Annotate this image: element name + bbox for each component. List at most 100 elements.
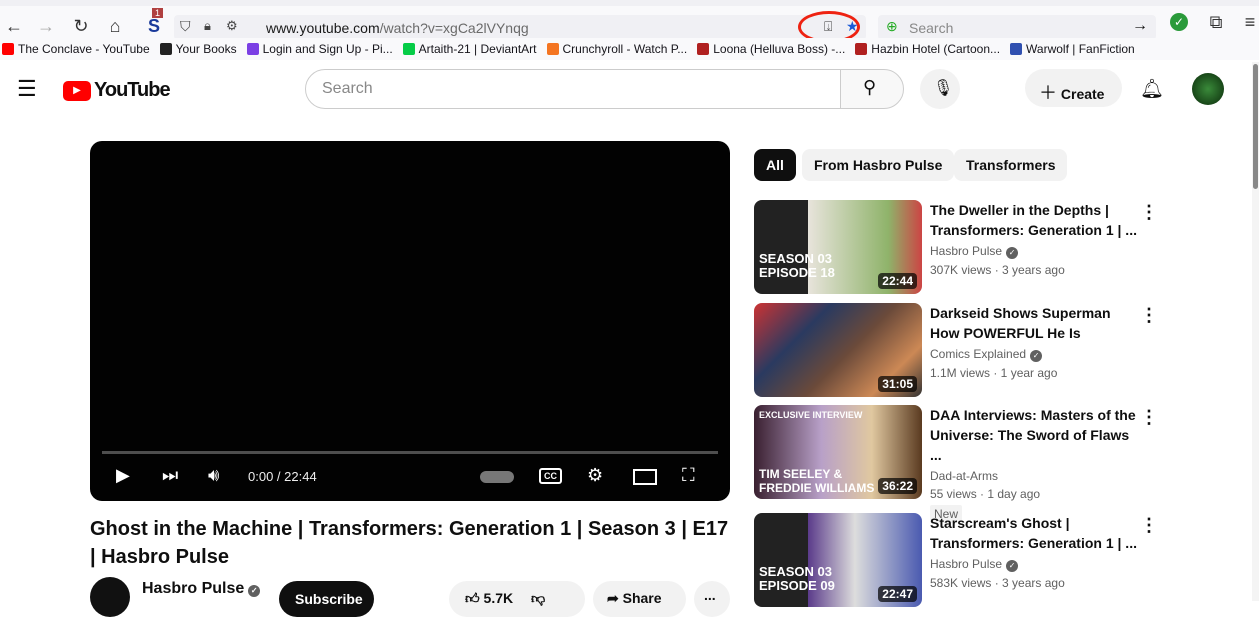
- browser-search[interactable]: ⊕ Search →: [878, 15, 1156, 40]
- youtube-logo[interactable]: ▶ YouTube: [63, 79, 171, 102]
- video-player[interactable]: ▶ ⏭︎ 🔊︎ 0:00 / 22:44 CC ⚙ ⛶: [90, 141, 730, 501]
- captions-icon[interactable]: CC: [539, 468, 562, 484]
- duration-badge: 22:47: [878, 586, 917, 602]
- bookmark-label: Crunchyroll - Watch P...: [562, 42, 688, 56]
- recommendation-meta: 1.1M views · 1 year ago: [930, 366, 1058, 380]
- more-options-icon[interactable]: ⋮: [1140, 305, 1158, 326]
- url-bar[interactable]: ⛉ 🔒︎ ⚙ www.youtube.com/watch?v=xgCa2lVYn…: [174, 11, 866, 43]
- verified-icon: ✓: [1006, 560, 1019, 572]
- recommendation-title[interactable]: Darkseid Shows Superman How POWERFUL He …: [930, 303, 1140, 343]
- bookmark-item[interactable]: Artaith-21 | DeviantArt: [402, 42, 537, 56]
- shield-icon[interactable]: ⛉: [180, 18, 191, 35]
- bookmark-item[interactable]: Your Books: [159, 42, 237, 56]
- thumbnail-overlay-text: EXCLUSIVE INTERVIEW: [759, 410, 863, 420]
- bookmark-item[interactable]: The Conclave - YouTube: [2, 42, 150, 56]
- bookmark-item[interactable]: Crunchyroll - Watch P...: [546, 42, 688, 56]
- download-icon[interactable]: ⍗: [824, 18, 832, 35]
- recommendation-channel[interactable]: Hasbro Pulse ✓: [930, 244, 1140, 259]
- progress-bar[interactable]: [102, 451, 718, 454]
- bookmark-favicon-icon: [1010, 43, 1023, 55]
- settings-gear-icon[interactable]: ⚙: [587, 465, 603, 486]
- bookmark-item[interactable]: Warwolf | FanFiction: [1010, 42, 1135, 56]
- create-label: Create: [1060, 86, 1105, 102]
- extensions-icon[interactable]: ⧉: [1204, 12, 1228, 33]
- recommendation-channel[interactable]: Hasbro Pulse ✓: [930, 557, 1140, 572]
- go-arrow-icon[interactable]: →: [1132, 17, 1148, 35]
- video-thumbnail[interactable]: SEASON 03 EPISODE 18 22:44: [754, 200, 922, 294]
- recommendation-item[interactable]: EXCLUSIVE INTERVIEW TIM SEELEY & FREDDIE …: [754, 405, 1164, 523]
- bookmark-star-icon[interactable]: ★: [846, 18, 859, 35]
- video-thumbnail[interactable]: 31:05: [754, 303, 922, 397]
- autoplay-toggle[interactable]: [480, 471, 514, 483]
- duration-badge: 22:44: [878, 273, 917, 289]
- bookmark-item[interactable]: Loona (Helluva Boss) -...: [697, 42, 845, 56]
- share-button[interactable]: ➦ Share: [593, 581, 686, 617]
- bookmark-label: Hazbin Hotel (Cartoon...: [871, 42, 1001, 56]
- channel-name[interactable]: Hasbro Pulse ✓: [142, 580, 261, 598]
- bookmarks-bar: The Conclave - YouTube Your Books Login an…: [0, 38, 1259, 60]
- video-thumbnail[interactable]: SEASON 03 EPISODE 09 22:47: [754, 513, 922, 607]
- volume-icon[interactable]: 🔊︎: [208, 465, 219, 486]
- lock-icon[interactable]: 🔒︎: [204, 18, 211, 34]
- bookmark-item[interactable]: Hazbin Hotel (Cartoon...: [855, 42, 1000, 56]
- check-extension-icon[interactable]: ✓: [1170, 13, 1188, 31]
- thumbnail-overlay-text: SEASON 03 EPISODE 18: [759, 251, 835, 280]
- reload-icon[interactable]: ↻: [69, 16, 93, 37]
- subscribe-button[interactable]: Subscribe: [279, 581, 374, 617]
- like-button[interactable]: 👍︎ 5.7K: [465, 590, 513, 606]
- voice-search-button[interactable]: 🎙︎: [920, 69, 960, 109]
- recommendation-title[interactable]: DAA Interviews: Masters of the Universe:…: [930, 405, 1140, 465]
- recommendation-meta: 583K views · 3 years ago: [930, 576, 1065, 590]
- permissions-icon[interactable]: ⚙: [226, 18, 238, 34]
- hamburger-menu-icon[interactable]: ☰: [17, 76, 37, 102]
- video-title: Ghost in the Machine | Transformers: Gen…: [90, 518, 729, 568]
- more-options-icon[interactable]: ⋮: [1140, 202, 1158, 223]
- verified-icon: ✓: [1006, 247, 1019, 259]
- notifications-bell-icon[interactable]: 🔔︎: [1140, 77, 1164, 101]
- scrollbar[interactable]: [1252, 62, 1259, 601]
- scrollbar-thumb[interactable]: [1253, 64, 1258, 189]
- more-options-icon[interactable]: ⋮: [1140, 515, 1158, 536]
- extension-icon[interactable]: S: [142, 16, 166, 37]
- recommendation-item[interactable]: 31:05 Darkseid Shows Superman How POWERF…: [754, 303, 1164, 403]
- menu-icon[interactable]: ≡: [1238, 12, 1259, 33]
- recommendation-channel[interactable]: Comics Explained ✓: [930, 347, 1140, 362]
- chip-all[interactable]: All: [754, 149, 796, 181]
- dislike-button[interactable]: 👎︎: [531, 590, 545, 606]
- search-button[interactable]: ⚲: [840, 69, 904, 109]
- thumbnail-overlay-text: TIM SEELEY & FREDDIE WILLIAMS: [759, 467, 875, 495]
- more-options-icon[interactable]: ⋮: [1140, 407, 1158, 428]
- home-icon[interactable]: ⌂: [103, 16, 127, 37]
- recommendation-channel[interactable]: Dad-at-Arms: [930, 469, 1140, 483]
- recommendation-item[interactable]: SEASON 03 EPISODE 09 22:47 Starscream's G…: [754, 513, 1164, 613]
- plus-icon: ＋: [1039, 83, 1057, 103]
- next-icon[interactable]: ⏭︎: [162, 465, 178, 486]
- bookmark-favicon-icon: [246, 43, 259, 55]
- channel-avatar[interactable]: [90, 577, 130, 617]
- share-icon: ➦: [607, 590, 619, 606]
- search-icon: ⚲: [863, 77, 877, 97]
- avatar[interactable]: [1192, 73, 1224, 105]
- recommendation-item[interactable]: SEASON 03 EPISODE 18 22:44 The Dweller in…: [754, 200, 1164, 300]
- create-button[interactable]: ＋ Create: [1025, 69, 1122, 107]
- microphone-icon: 🎙︎: [933, 80, 954, 97]
- theater-mode-icon[interactable]: [633, 469, 657, 485]
- play-icon[interactable]: ▶: [116, 465, 130, 486]
- bookmark-item[interactable]: Login and Sign Up - Pi...: [246, 42, 393, 56]
- search-input[interactable]: Search: [305, 69, 841, 109]
- bookmark-label: Loona (Helluva Boss) -...: [713, 42, 846, 56]
- search-placeholder: Search: [909, 20, 954, 36]
- bookmark-label: Your Books: [175, 42, 237, 56]
- bookmark-favicon-icon: [2, 43, 14, 55]
- fullscreen-icon[interactable]: ⛶: [682, 465, 695, 486]
- forward-icon[interactable]: →: [34, 16, 58, 37]
- more-actions-button[interactable]: ...: [694, 581, 730, 617]
- recommendation-title[interactable]: The Dweller in the Depths | Transformers…: [930, 200, 1140, 240]
- back-icon[interactable]: ←: [2, 16, 26, 37]
- video-thumbnail[interactable]: EXCLUSIVE INTERVIEW TIM SEELEY & FREDDIE …: [754, 405, 922, 499]
- chip-from-hasbro-pulse[interactable]: From Hasbro Pulse: [802, 149, 955, 181]
- url-text[interactable]: www.youtube.com/watch?v=xgCa2lVYnqg: [266, 20, 529, 36]
- recommendation-meta: 307K views · 3 years ago: [930, 263, 1065, 277]
- recommendation-title[interactable]: Starscream's Ghost | Transformers: Gener…: [930, 513, 1140, 553]
- chip-transformers[interactable]: Transformers: [954, 149, 1068, 181]
